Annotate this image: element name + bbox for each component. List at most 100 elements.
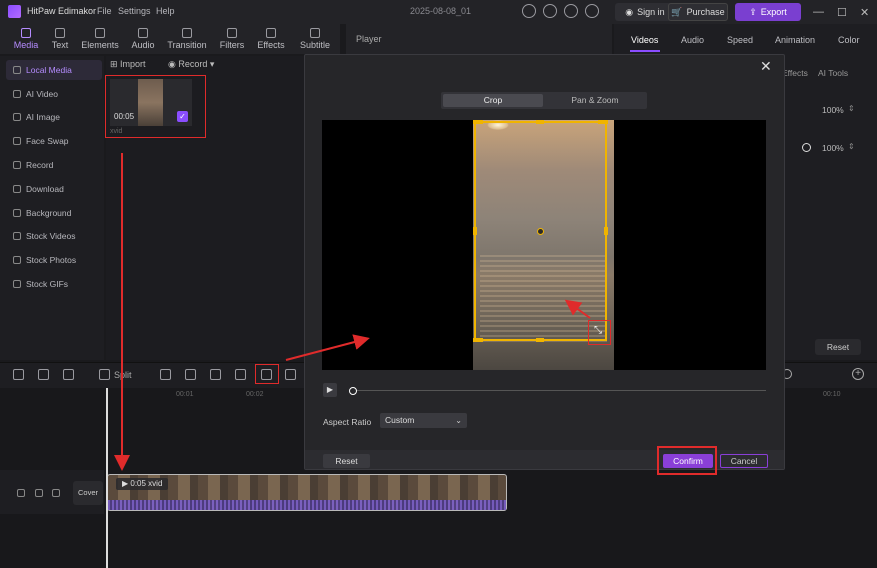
import-button[interactable]: ⊞ Import xyxy=(110,59,146,70)
reset-button[interactable]: Reset xyxy=(323,454,370,468)
track-visibility-icon[interactable] xyxy=(35,489,43,497)
undo-icon[interactable] xyxy=(13,369,24,380)
sidebar-item-stock-photos[interactable]: Stock Photos xyxy=(6,250,102,270)
track-audio-icon[interactable] xyxy=(52,489,60,497)
menu-settings[interactable]: Settings xyxy=(118,6,151,16)
zoom-in-icon[interactable]: + xyxy=(852,368,864,380)
crop-handle-left[interactable] xyxy=(473,227,477,235)
crop-handle-top-right[interactable] xyxy=(598,120,608,124)
sidebar-item-local-media[interactable]: Local Media xyxy=(6,60,102,80)
tab-subtitle[interactable]: Subtitle xyxy=(295,28,335,50)
ai-image-icon xyxy=(13,113,21,121)
opacity-value[interactable]: 100% xyxy=(822,143,844,153)
stepper-icon[interactable]: ⇕ xyxy=(848,104,855,113)
stock-photos-icon xyxy=(13,256,21,264)
menu-file[interactable]: File xyxy=(97,6,112,16)
crop-handle-bottom-left[interactable] xyxy=(473,338,483,342)
delete-icon[interactable] xyxy=(63,369,74,380)
subtab-effects[interactable]: Effects xyxy=(782,68,808,78)
resize-icon[interactable] xyxy=(285,369,296,380)
scale-value[interactable]: 100% xyxy=(822,105,844,115)
properties-reset-button[interactable]: Reset xyxy=(815,339,861,355)
tab-filters[interactable]: Filters xyxy=(212,28,252,50)
elements-icon xyxy=(95,28,105,38)
annotation-highlight-box xyxy=(105,75,206,138)
export-icon: ⇪ xyxy=(749,6,757,17)
speed-icon[interactable] xyxy=(235,369,246,380)
tab-pan-zoom[interactable]: Pan & Zoom xyxy=(545,94,645,107)
sidebar-item-stock-videos[interactable]: Stock Videos xyxy=(6,226,102,246)
audio-icon xyxy=(138,28,148,38)
maximize-icon[interactable]: ☐ xyxy=(837,6,847,19)
tab-audio-props[interactable]: Audio xyxy=(681,35,704,45)
user-icon: ◉ xyxy=(625,6,634,17)
crop-center-handle[interactable] xyxy=(537,228,544,235)
split-label[interactable]: Split xyxy=(114,370,132,380)
sidebar-item-face-swap[interactable]: Face Swap xyxy=(6,131,102,151)
transform-icon[interactable] xyxy=(210,369,221,380)
ruler-tick: 00:02 xyxy=(246,391,264,398)
tab-animation[interactable]: Animation xyxy=(775,35,815,45)
gift-icon[interactable] xyxy=(522,4,536,18)
redo-icon[interactable] xyxy=(38,369,49,380)
crop-handle-top-left[interactable] xyxy=(473,120,483,124)
crop-handle-top[interactable] xyxy=(536,120,544,124)
close-window-icon[interactable]: ✕ xyxy=(860,6,869,19)
tab-color[interactable]: Color xyxy=(838,35,860,45)
tab-text[interactable]: Text xyxy=(40,28,80,50)
play-icon[interactable]: ▶ xyxy=(323,383,337,397)
ai-video-icon xyxy=(13,90,21,98)
subtitle-icon xyxy=(310,28,320,38)
minimize-icon[interactable]: — xyxy=(813,6,824,18)
aspect-ratio-select[interactable]: Custom ⌄ xyxy=(380,413,467,428)
purchase-button[interactable]: 🛒 Purchase xyxy=(668,3,728,21)
annotation-highlight-box xyxy=(588,320,611,345)
chevron-down-icon: ▾ xyxy=(207,59,215,69)
ruler-tick: 00:01 xyxy=(176,391,194,398)
crop-handle-right[interactable] xyxy=(604,227,608,235)
scrub-knob[interactable] xyxy=(349,387,357,395)
crop-handle-bottom[interactable] xyxy=(536,338,544,342)
sidebar-item-ai-image[interactable]: AI Image xyxy=(6,107,102,127)
marker-icon[interactable] xyxy=(160,369,171,380)
track-lock-icon[interactable] xyxy=(17,489,25,497)
app-logo-icon xyxy=(8,5,21,18)
export-button[interactable]: ⇪ Export xyxy=(735,3,801,21)
help-icon[interactable] xyxy=(564,4,578,18)
sidebar-item-record[interactable]: Record xyxy=(6,155,102,175)
tab-audio[interactable]: Audio xyxy=(123,28,163,50)
sidebar-item-ai-video[interactable]: AI Video xyxy=(6,84,102,104)
split-icon[interactable] xyxy=(99,369,110,380)
ruler-tick: 00:10 xyxy=(823,391,841,398)
record-button[interactable]: ◉ Record ▾ xyxy=(168,59,214,70)
sidebar-item-background[interactable]: Background xyxy=(6,203,102,223)
sidebar-item-download[interactable]: Download xyxy=(6,179,102,199)
filters-icon xyxy=(227,28,237,38)
tab-effects[interactable]: Effects xyxy=(251,28,291,50)
audio-waveform xyxy=(108,500,506,510)
import-icon: ⊞ xyxy=(110,59,121,69)
tools-icon[interactable] xyxy=(543,4,557,18)
record-icon xyxy=(13,161,21,169)
download-icon[interactable] xyxy=(585,4,599,18)
tab-crop[interactable]: Crop xyxy=(443,94,543,107)
scrub-track[interactable] xyxy=(352,390,766,391)
tab-elements[interactable]: Elements xyxy=(80,28,120,50)
tab-speed[interactable]: Speed xyxy=(727,35,753,45)
stepper-icon[interactable]: ⇕ xyxy=(848,142,855,151)
cancel-button[interactable]: Cancel xyxy=(720,454,768,468)
cover-button[interactable]: Cover xyxy=(73,481,103,505)
opacity-slider-knob[interactable] xyxy=(802,143,811,152)
menu-help[interactable]: Help xyxy=(156,6,175,16)
tab-videos[interactable]: Videos xyxy=(631,35,658,45)
record-dot-icon: ◉ xyxy=(168,59,179,69)
sidebar-item-stock-gifs[interactable]: Stock GIFs xyxy=(6,274,102,294)
chevron-down-icon: ⌄ xyxy=(455,416,462,425)
face-swap-icon xyxy=(13,137,21,145)
subtab-ai-tools[interactable]: AI Tools xyxy=(818,68,848,78)
close-icon[interactable]: ✕ xyxy=(760,58,772,75)
playhead[interactable] xyxy=(106,388,108,568)
tab-transition[interactable]: Transition xyxy=(167,28,207,50)
sign-in-button[interactable]: ◉ Sign in xyxy=(615,3,675,21)
text-tool-icon[interactable] xyxy=(185,369,196,380)
